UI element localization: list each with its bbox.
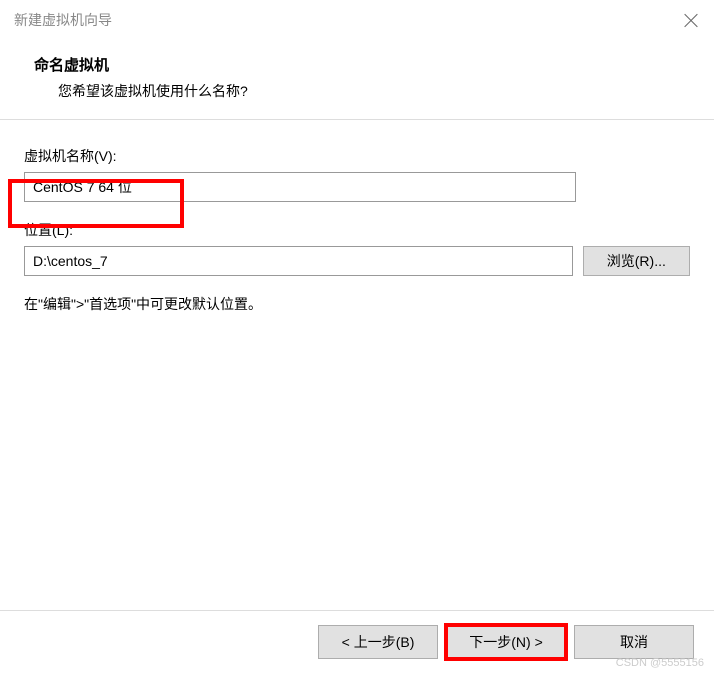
wizard-button-bar: < 上一步(B) 下一步(N) > 取消 — [0, 610, 714, 673]
vm-name-group: 虚拟机名称(V): — [24, 146, 690, 202]
back-button[interactable]: < 上一步(B) — [318, 625, 438, 659]
wizard-header: 命名虚拟机 您希望该虚拟机使用什么名称? — [0, 38, 714, 120]
cancel-button[interactable]: 取消 — [574, 625, 694, 659]
vm-name-label: 虚拟机名称(V): — [24, 146, 690, 166]
browse-button[interactable]: 浏览(R)... — [583, 246, 690, 276]
close-icon[interactable] — [682, 11, 700, 29]
vm-location-input[interactable] — [24, 246, 573, 276]
title-bar: 新建虚拟机向导 — [0, 0, 714, 38]
window-title: 新建虚拟机向导 — [14, 10, 112, 30]
wizard-content: 虚拟机名称(V): 位置(L): 浏览(R)... 在"编辑">"首选项"中可更… — [0, 120, 714, 324]
vm-name-input[interactable] — [24, 172, 576, 202]
next-button[interactable]: 下一步(N) > — [446, 625, 566, 659]
vm-location-group: 位置(L): 浏览(R)... — [24, 220, 690, 276]
wizard-step-title: 命名虚拟机 — [30, 54, 684, 75]
wizard-step-desc: 您希望该虚拟机使用什么名称? — [30, 81, 684, 101]
vm-location-label: 位置(L): — [24, 220, 690, 240]
location-hint: 在"编辑">"首选项"中可更改默认位置。 — [24, 294, 690, 314]
